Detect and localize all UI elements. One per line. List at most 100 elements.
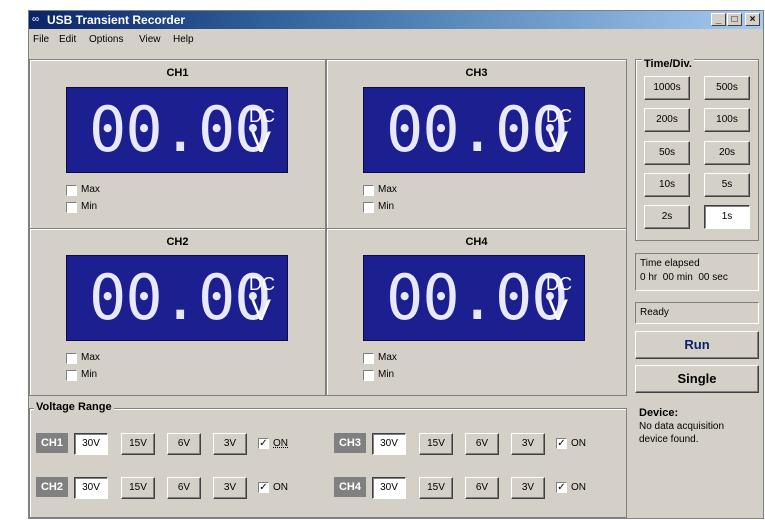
ch1-on-checkbox[interactable]: ✓: [258, 438, 269, 449]
voltage-range-title: Voltage Range: [34, 401, 114, 413]
timediv-100s-button[interactable]: 100s: [704, 108, 750, 132]
unit-label: V: [548, 126, 569, 159]
min-checkbox[interactable]: [363, 370, 374, 381]
max-label: Max: [81, 352, 100, 363]
ch4-6v-button[interactable]: 6V: [465, 477, 499, 499]
coupling-label: DC: [546, 274, 572, 294]
channel-panel-ch2: CH2 00.00 DC V Max Min: [29, 228, 326, 396]
channel-panel-ch1: CH1 00.00 DC V Max Min: [29, 59, 326, 229]
voltage-reading: 00.00: [386, 261, 569, 334]
voltage-display: 00.00 DC V: [363, 255, 585, 341]
ch4-30v-button[interactable]: 30V: [372, 477, 406, 499]
app-icon: ∞: [32, 14, 40, 25]
ch4-3v-button[interactable]: 3V: [511, 477, 545, 499]
ch2-15v-button[interactable]: 15V: [121, 477, 155, 499]
voltage-reading: 00.00: [89, 261, 272, 334]
timediv-500s-button[interactable]: 500s: [704, 76, 750, 100]
minimize-button[interactable]: _: [711, 13, 726, 26]
timediv-group: Time/Div. 1000s 500s 200s 100s 50s 20s 1…: [635, 58, 759, 241]
voltage-display: 00.00 DC V: [66, 255, 288, 341]
min-label: Min: [378, 201, 395, 212]
min-label: Min: [81, 369, 98, 380]
min-label: Min: [378, 369, 395, 380]
timediv-2s-button[interactable]: 2s: [644, 205, 690, 229]
ch2-3v-button[interactable]: 3V: [213, 477, 247, 499]
max-label: Max: [378, 184, 397, 195]
timediv-20s-button[interactable]: 20s: [704, 141, 750, 165]
coupling-label: DC: [249, 106, 275, 126]
app-window: ∞ USB Transient Recorder _ □ × File Edit…: [28, 10, 764, 519]
maximize-button[interactable]: □: [727, 13, 742, 26]
ch2-6v-button[interactable]: 6V: [167, 477, 201, 499]
ch2-30v-button[interactable]: 30V: [74, 477, 108, 499]
max-checkbox[interactable]: [363, 185, 374, 196]
channel-tag-ch4: CH4: [334, 477, 366, 497]
ch1-30v-button[interactable]: 30V: [74, 433, 108, 455]
channel-title: CH1: [166, 67, 189, 79]
min-checkbox[interactable]: [66, 370, 77, 381]
status-text: Ready: [640, 307, 669, 318]
title-bar[interactable]: ∞ USB Transient Recorder _ □ ×: [29, 11, 763, 29]
timediv-50s-button[interactable]: 50s: [644, 141, 690, 165]
max-checkbox[interactable]: [66, 353, 77, 364]
timediv-1s-button[interactable]: 1s: [704, 205, 750, 229]
ch4-on-label: ON: [571, 482, 586, 493]
coupling-label: DC: [546, 106, 572, 126]
menu-bar: File Edit Options View Help: [29, 31, 763, 49]
elapsed-value: 0 hr 00 min 00 sec: [640, 272, 728, 283]
max-checkbox[interactable]: [66, 185, 77, 196]
voltage-display: 00.00 DC V: [363, 87, 585, 173]
voltage-reading: 00.00: [386, 93, 569, 166]
ch2-on-label: ON: [273, 482, 288, 493]
max-label: Max: [81, 184, 100, 195]
ch3-on-label: ON: [571, 438, 586, 449]
channel-panel-ch3: CH3 00.00 DC V Max Min: [326, 59, 627, 229]
ch2-on-checkbox[interactable]: ✓: [258, 482, 269, 493]
ch3-30v-button[interactable]: 30V: [372, 433, 406, 455]
unit-label: V: [251, 294, 272, 327]
timediv-title: Time/Div.: [642, 58, 694, 70]
ch1-6v-button[interactable]: 6V: [167, 433, 201, 455]
timediv-5s-button[interactable]: 5s: [704, 173, 750, 197]
voltage-range-group: Voltage Range CH1 30V 15V 6V 3V ✓ ON CH3…: [29, 401, 627, 518]
elapsed-box: Time elapsed 0 hr 00 min 00 sec: [635, 253, 759, 291]
menu-help[interactable]: Help: [173, 34, 194, 45]
run-button[interactable]: Run: [635, 331, 759, 359]
ch3-15v-button[interactable]: 15V: [419, 433, 453, 455]
min-checkbox[interactable]: [66, 202, 77, 213]
ch1-3v-button[interactable]: 3V: [213, 433, 247, 455]
coupling-label: DC: [249, 274, 275, 294]
ch1-15v-button[interactable]: 15V: [121, 433, 155, 455]
channel-tag-ch3: CH3: [334, 433, 366, 453]
channel-title: CH2: [166, 236, 189, 248]
timediv-1000s-button[interactable]: 1000s: [644, 76, 690, 100]
ch4-on-checkbox[interactable]: ✓: [556, 482, 567, 493]
menu-options[interactable]: Options: [89, 34, 123, 45]
menu-view[interactable]: View: [139, 34, 161, 45]
channel-title: CH3: [465, 67, 488, 79]
device-text-line1: No data acquisition: [639, 421, 725, 432]
ch1-on-label: ON: [273, 438, 288, 449]
ch4-15v-button[interactable]: 15V: [419, 477, 453, 499]
max-label: Max: [378, 352, 397, 363]
close-button[interactable]: ×: [745, 13, 760, 26]
channel-title: CH4: [465, 236, 488, 248]
min-label: Min: [81, 201, 98, 212]
channel-panel-ch4: CH4 00.00 DC V Max Min: [326, 228, 627, 396]
timediv-200s-button[interactable]: 200s: [644, 108, 690, 132]
ch3-6v-button[interactable]: 6V: [465, 433, 499, 455]
menu-file[interactable]: File: [33, 34, 49, 45]
menu-edit[interactable]: Edit: [59, 34, 76, 45]
elapsed-label: Time elapsed: [640, 258, 700, 269]
min-checkbox[interactable]: [363, 202, 374, 213]
ch3-3v-button[interactable]: 3V: [511, 433, 545, 455]
ch3-on-checkbox[interactable]: ✓: [556, 438, 567, 449]
single-button[interactable]: Single: [635, 365, 759, 393]
status-box: Ready: [635, 302, 759, 324]
voltage-reading: 00.00: [89, 93, 272, 166]
unit-label: V: [548, 294, 569, 327]
device-label: Device:: [639, 407, 679, 419]
window-title: USB Transient Recorder: [47, 13, 186, 27]
max-checkbox[interactable]: [363, 353, 374, 364]
timediv-10s-button[interactable]: 10s: [644, 173, 690, 197]
